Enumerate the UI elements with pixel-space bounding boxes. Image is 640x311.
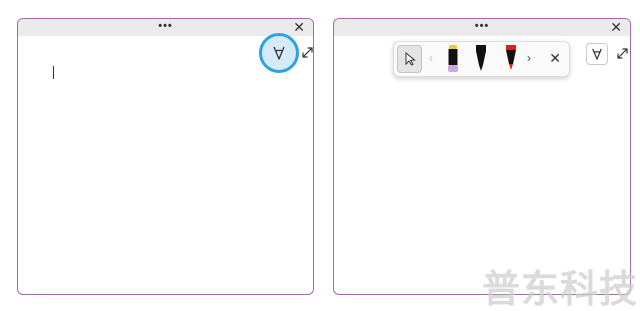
select-tool-button[interactable] bbox=[397, 45, 422, 73]
watermark: 普东科技 bbox=[482, 267, 639, 311]
highlighter-pen-icon[interactable] bbox=[446, 45, 460, 75]
more-options-icon[interactable]: ••• bbox=[475, 20, 490, 32]
titlebar[interactable]: ••• ✕ bbox=[18, 19, 313, 36]
ink-toolbar: ‹ › ✕ bbox=[393, 41, 570, 77]
text-cursor bbox=[53, 66, 54, 79]
pen-icon bbox=[592, 48, 602, 60]
toolbar-close-button[interactable]: ✕ bbox=[549, 50, 561, 66]
sticky-note-window-right: ••• ✕ ‹ › ✕ bbox=[333, 18, 631, 295]
red-pen-icon[interactable] bbox=[504, 45, 518, 75]
sticky-note-window-left: ••• ✕ bbox=[17, 18, 314, 295]
pen-icon bbox=[273, 46, 285, 60]
close-button[interactable]: ✕ bbox=[293, 19, 305, 35]
pen-mode-button[interactable] bbox=[586, 43, 608, 65]
more-options-icon[interactable]: ••• bbox=[158, 20, 173, 32]
expand-icon[interactable] bbox=[617, 48, 628, 59]
black-pen-icon[interactable] bbox=[474, 45, 488, 75]
titlebar[interactable]: ••• ✕ bbox=[334, 19, 630, 36]
expand-icon[interactable] bbox=[302, 47, 313, 58]
chevron-left-icon[interactable]: ‹ bbox=[429, 51, 433, 65]
pointer-icon bbox=[405, 52, 416, 66]
pen-mode-button[interactable] bbox=[259, 33, 299, 73]
chevron-right-icon[interactable]: › bbox=[527, 51, 531, 65]
close-button[interactable]: ✕ bbox=[610, 19, 622, 35]
